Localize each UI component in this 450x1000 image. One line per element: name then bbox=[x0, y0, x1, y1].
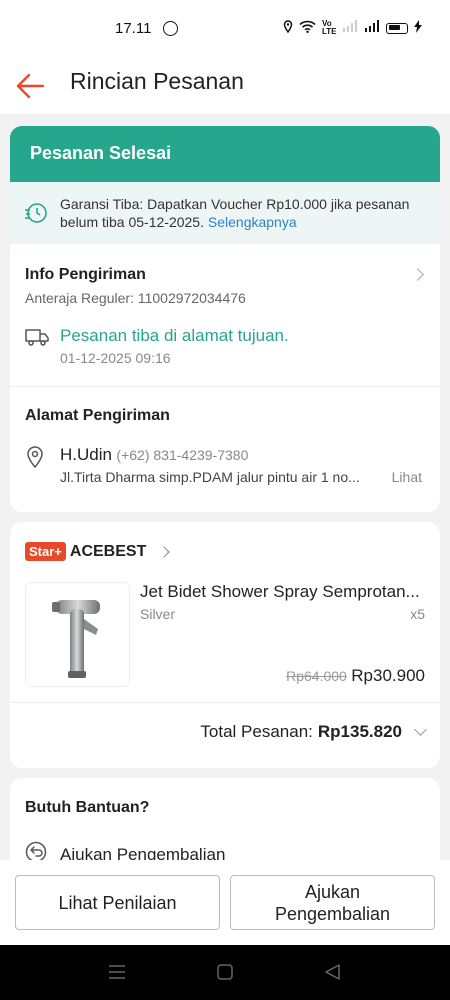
product-thumbnail bbox=[25, 582, 130, 687]
battery-icon bbox=[386, 22, 408, 34]
view-address-link[interactable]: Lihat bbox=[392, 469, 422, 485]
home-icon[interactable] bbox=[217, 964, 233, 985]
system-nav-bar bbox=[0, 945, 450, 1000]
back-nav-icon[interactable] bbox=[325, 964, 340, 985]
order-info-card: Pesanan Selesai Garansi Tiba: Dapatkan V… bbox=[10, 126, 440, 512]
recipient-name: H.Udin bbox=[60, 445, 112, 464]
signal-icon-sim2 bbox=[364, 20, 380, 36]
clock-voucher-icon bbox=[24, 202, 48, 228]
order-total-row[interactable]: Total Pesanan: Rp135.820 bbox=[200, 722, 427, 742]
help-title: Butuh Bantuan? bbox=[25, 799, 150, 816]
signal-icon-sim1 bbox=[342, 20, 358, 36]
product-name: Jet Bidet Shower Spray Semprotan... bbox=[140, 582, 420, 601]
original-price: Rp64.000 bbox=[286, 668, 347, 684]
order-status-banner: Pesanan Selesai bbox=[10, 126, 440, 182]
volte-indicator: Vo LTE bbox=[322, 19, 337, 36]
page-title: Rincian Pesanan bbox=[70, 68, 244, 94]
back-button[interactable] bbox=[14, 66, 48, 100]
status-icons: Vo LTE bbox=[283, 20, 422, 36]
shop-name: ACEBEST bbox=[69, 542, 147, 560]
courier-tracking: Anteraja Reguler: 11002972034476 bbox=[25, 290, 246, 306]
product-quantity: x5 bbox=[410, 606, 425, 622]
location-pin-icon bbox=[25, 445, 60, 473]
status-time: 17.11 bbox=[115, 20, 152, 37]
shop-header[interactable]: Star+ ACEBEST bbox=[25, 542, 171, 561]
product-card: Star+ ACEBEST Jet Bidet Shower Spray Sem… bbox=[10, 522, 440, 768]
shipping-info-title: Info Pengiriman bbox=[25, 266, 146, 283]
header: Rincian Pesanan bbox=[0, 60, 450, 114]
menu-icon[interactable] bbox=[108, 965, 126, 984]
shipping-info-section[interactable]: Info Pengiriman Anteraja Reguler: 110029… bbox=[10, 244, 440, 386]
address-title: Alamat Pengiriman bbox=[25, 407, 170, 424]
chevron-down-icon bbox=[414, 723, 427, 736]
recipient-phone: (+62) 831-4239-7380 bbox=[116, 447, 249, 463]
guarantee-more-link[interactable]: Selengkapnya bbox=[208, 214, 297, 230]
bidet-spray-image bbox=[52, 600, 100, 678]
divider bbox=[10, 702, 440, 703]
truck-icon bbox=[25, 326, 60, 351]
delivery-timestamp: 01-12-2025 09:16 bbox=[60, 350, 171, 366]
location-icon bbox=[283, 20, 293, 36]
status-bar: 17.11 Vo LTE bbox=[0, 0, 450, 60]
view-review-button[interactable]: Lihat Penilaian bbox=[15, 875, 220, 930]
address-section: Alamat Pengiriman H.Udin (+62) 831-4239-… bbox=[10, 387, 440, 505]
star-plus-badge: Star+ bbox=[25, 542, 66, 561]
product-item[interactable]: Jet Bidet Shower Spray Semprotan... Silv… bbox=[25, 582, 425, 688]
delivery-status: Pesanan tiba di alamat tujuan. bbox=[60, 326, 289, 345]
shop-chevron-icon bbox=[158, 545, 171, 558]
request-return-button[interactable]: Ajukan Pengembalian bbox=[230, 875, 435, 930]
address-detail: Jl.Tirta Dharma simp.PDAM jalur pintu ai… bbox=[60, 469, 360, 485]
product-price: Rp30.900 bbox=[351, 666, 425, 685]
product-variant: Silver bbox=[140, 606, 176, 622]
charging-icon bbox=[414, 20, 422, 36]
wifi-icon bbox=[299, 20, 316, 36]
order-total-value: Rp135.820 bbox=[317, 722, 402, 741]
back-arrow-icon bbox=[16, 73, 45, 99]
bottom-action-bar: Lihat Penilaian Ajukan Pengembalian bbox=[0, 860, 450, 945]
guarantee-notice: Garansi Tiba: Dapatkan Voucher Rp10.000 … bbox=[10, 182, 440, 244]
order-total-label: Total Pesanan: bbox=[200, 722, 313, 741]
whatsapp-icon bbox=[163, 21, 178, 36]
